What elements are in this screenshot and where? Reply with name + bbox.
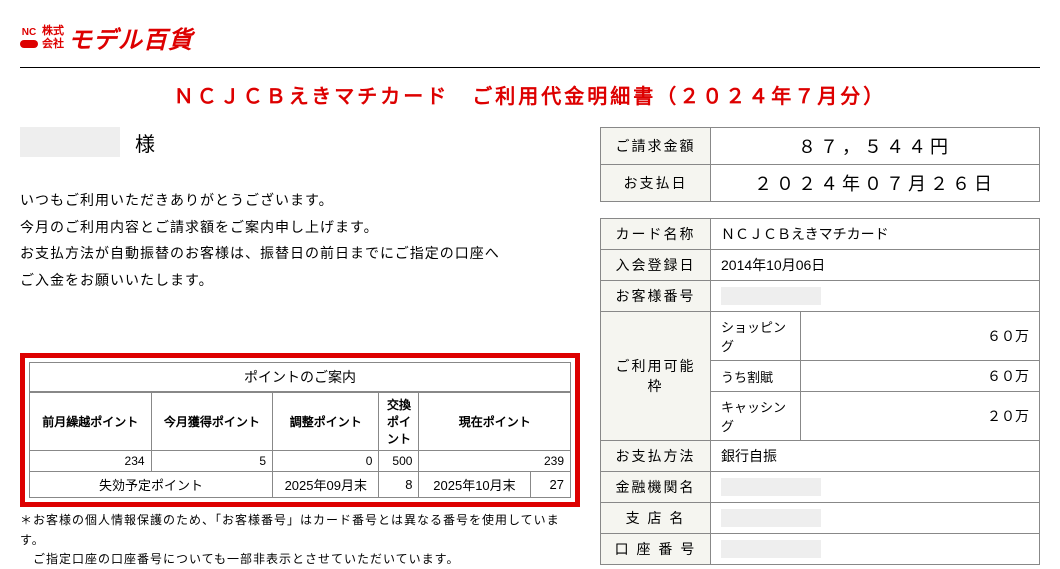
reg-date-value: 2014年10月06日	[711, 250, 1040, 281]
shopping-value: ６０万	[801, 312, 1040, 361]
bank-name-value	[711, 472, 1040, 503]
bank-masked	[721, 478, 821, 496]
branch-name-value	[711, 503, 1040, 534]
company-logo: NC 株式 会社 モデル百貨	[20, 20, 1040, 55]
bank-name-label: 金融機関名	[601, 472, 711, 503]
points-header-exchange: 交換ポイント	[379, 393, 419, 451]
billing-summary-table: ご請求金額 ８７，５４４円 お支払日 ２０２４年０７月２６日	[600, 127, 1040, 202]
payment-date-value: ２０２４年０７月２６日	[711, 165, 1040, 202]
logo-company-name: モデル百貨	[68, 20, 193, 55]
credit-limit-label: ご利用可能枠	[601, 312, 711, 441]
expire-value-2: 27	[530, 472, 570, 497]
shopping-label: ショッピング	[711, 312, 801, 361]
footnote-line: ご指定口座の口座番号についても一部非表示とさせていただいています。	[20, 550, 580, 569]
branch-name-label: 支 店 名	[601, 503, 711, 534]
intro-text: いつもご利用いただきありがとうございます。 今月のご利用内容とご請求額をご案内申…	[20, 187, 580, 293]
intro-line: いつもご利用いただきありがとうございます。	[20, 187, 580, 214]
intro-line: ご入金をお願いいたします。	[20, 267, 580, 294]
points-header-adjust: 調整ポイント	[273, 393, 379, 451]
expire-label: 失効予定ポイント	[30, 472, 273, 498]
points-header-carry: 前月繰越ポイント	[30, 393, 152, 451]
bill-amount-value: ８７，５４４円	[711, 128, 1040, 165]
honorific-sama: 様	[135, 128, 155, 157]
account-number-value	[711, 534, 1040, 565]
points-value-earned: 5	[151, 451, 273, 472]
expire-value-1: 8	[379, 472, 419, 498]
points-title: ポイントのご案内	[29, 362, 571, 392]
footnote-line: ＊お客様の個人情報保護のため、「お客様番号」はカード番号とは異なる番号を使用して…	[20, 511, 580, 549]
expire-date-2: 2025年10月末	[419, 472, 530, 497]
expire-date-1: 2025年09月末	[273, 472, 379, 498]
points-table: 前月繰越ポイント 今月獲得ポイント 調整ポイント 交換ポイント 現在ポイント 2…	[29, 392, 571, 498]
customer-name-masked	[20, 127, 120, 157]
intro-line: お支払方法が自動振替のお客様は、振替日の前日までにご指定の口座へ	[20, 240, 580, 267]
cashing-value: ２０万	[801, 392, 1040, 441]
footnotes: ＊お客様の個人情報保護のため、「お客様番号」はカード番号とは異なる番号を使用して…	[20, 511, 580, 569]
points-value-carry: 234	[30, 451, 152, 472]
installment-label: うち割賦	[711, 361, 801, 392]
intro-line: 今月のご利用内容とご請求額をご案内申し上げます。	[20, 214, 580, 241]
payment-date-label: お支払日	[601, 165, 711, 202]
payment-method-value: 銀行自振	[711, 441, 1040, 472]
customer-number-label: お客様番号	[601, 281, 711, 312]
payment-method-label: お支払方法	[601, 441, 711, 472]
bill-amount-label: ご請求金額	[601, 128, 711, 165]
card-info-table: カード名称 ＮＣＪＣＢえきマチカード 入会登録日 2014年10月06日 お客様…	[600, 218, 1040, 565]
divider	[20, 67, 1040, 68]
points-header-current: 現在ポイント	[419, 393, 571, 451]
customer-number-masked	[721, 287, 821, 305]
account-masked	[721, 540, 821, 558]
customer-number-value	[711, 281, 1040, 312]
card-name-value: ＮＣＪＣＢえきマチカード	[711, 219, 1040, 250]
document-title: ＮＣＪＣＢえきマチカード ご利用代金明細書（２０２４年７月分）	[20, 80, 1040, 109]
points-value-adjust: 0	[273, 451, 379, 472]
account-number-label: 口 座 番 号	[601, 534, 711, 565]
reg-date-label: 入会登録日	[601, 250, 711, 281]
logo-kk: 株式 会社	[42, 25, 64, 49]
points-value-exchange: 500	[379, 451, 419, 472]
points-value-current: 239	[419, 451, 571, 472]
card-name-label: カード名称	[601, 219, 711, 250]
cashing-label: キャッシング	[711, 392, 801, 441]
branch-masked	[721, 509, 821, 527]
installment-value: ６０万	[801, 361, 1040, 392]
points-highlight-box: ポイントのご案内 前月繰越ポイント 今月獲得ポイント 調整ポイント 交換ポイント…	[20, 353, 580, 507]
logo-nc-mark: NC	[20, 28, 38, 48]
points-header-earned: 今月獲得ポイント	[151, 393, 273, 451]
customer-name-row: 様	[20, 127, 580, 157]
